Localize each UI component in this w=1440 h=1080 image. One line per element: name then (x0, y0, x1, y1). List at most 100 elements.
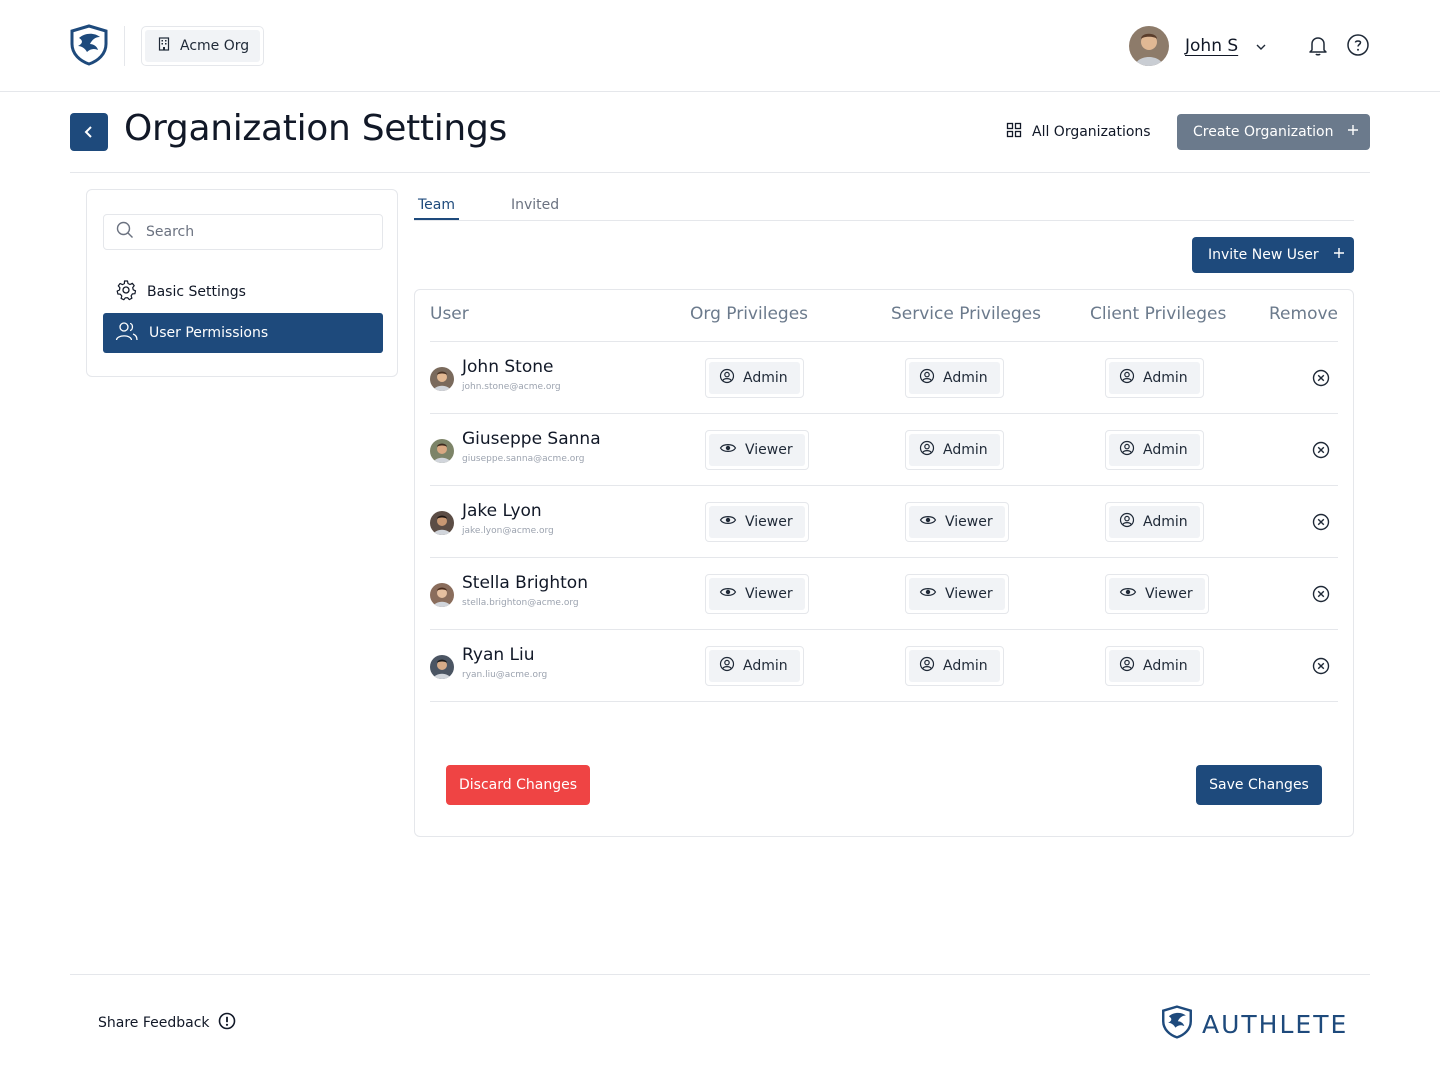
org-privilege-badge[interactable]: Viewer (705, 502, 809, 542)
user-name: John Stone (462, 357, 554, 377)
tab-team[interactable]: Team (418, 197, 455, 213)
eye-icon (719, 584, 737, 604)
eye-icon (719, 512, 737, 532)
remove-user-button[interactable] (1312, 513, 1330, 531)
close-circle-icon (1312, 369, 1330, 387)
column-header-org-privileges: Org Privileges (690, 304, 809, 324)
team-table: User Org Privileges Service Privileges C… (414, 289, 1354, 837)
brand-wordmark: AUTHLETE (1202, 1009, 1349, 1039)
invite-new-user-label: Invite New User (1208, 247, 1319, 263)
sidebar-item-label: User Permissions (149, 325, 269, 341)
user-circle-icon (919, 368, 935, 388)
remove-user-button[interactable] (1312, 369, 1330, 387)
settings-sidebar: Basic Settings User Permissions (86, 189, 398, 377)
search-input[interactable] (146, 224, 366, 240)
back-button[interactable] (70, 113, 108, 151)
client-privilege-badge[interactable]: Admin (1105, 430, 1204, 470)
search-icon (116, 221, 134, 243)
avatar (430, 367, 454, 391)
plus-icon (1333, 247, 1345, 263)
table-row: Stella Brighton stella.brighton@acme.org V… (430, 558, 1338, 630)
invite-new-user-button[interactable]: Invite New User (1192, 237, 1354, 273)
user-menu[interactable]: John S (1129, 26, 1268, 66)
user-name: John S (1185, 36, 1239, 56)
authlete-logo[interactable] (68, 24, 110, 66)
org-privilege-badge[interactable]: Admin (705, 358, 804, 398)
save-changes-button[interactable]: Save Changes (1196, 765, 1322, 805)
sidebar-item-basic-settings[interactable]: Basic Settings (103, 272, 383, 312)
sidebar-item-label: Basic Settings (147, 284, 246, 300)
service-privilege-badge[interactable]: Admin (905, 646, 1004, 686)
plus-icon (1347, 124, 1359, 140)
org-privilege-badge[interactable]: Viewer (705, 430, 809, 470)
page-title: Organization Settings (124, 108, 507, 149)
privilege-label: Admin (943, 370, 988, 386)
all-organizations-link[interactable]: All Organizations (1006, 122, 1151, 142)
privilege-label: Admin (943, 658, 988, 674)
discard-changes-button[interactable]: Discard Changes (446, 765, 590, 805)
user-circle-icon (919, 440, 935, 460)
privilege-label: Viewer (745, 586, 793, 602)
column-header-client-privileges: Client Privileges (1090, 304, 1227, 324)
avatar (430, 655, 454, 679)
user-circle-icon (1119, 512, 1135, 532)
service-privilege-badge[interactable]: Admin (905, 358, 1004, 398)
user-email: john.stone@acme.org (462, 382, 561, 392)
close-circle-icon (1312, 657, 1330, 675)
client-privilege-badge[interactable]: Admin (1105, 358, 1204, 398)
title-divider (70, 172, 1370, 173)
create-organization-label: Create Organization (1193, 124, 1334, 140)
service-privilege-badge[interactable]: Viewer (905, 502, 1009, 542)
user-name: Giuseppe Sanna (462, 429, 601, 449)
privilege-label: Viewer (945, 586, 993, 602)
tab-invited[interactable]: Invited (511, 197, 559, 213)
bell-icon[interactable] (1306, 33, 1330, 57)
privilege-label: Admin (743, 370, 788, 386)
users-icon (115, 320, 139, 346)
org-privilege-badge[interactable]: Admin (705, 646, 804, 686)
search-box[interactable] (103, 214, 383, 250)
client-privilege-badge[interactable]: Viewer (1105, 574, 1209, 614)
table-row: Ryan Liu ryan.liu@acme.org Admin Admin Admin (430, 630, 1338, 702)
active-tab-indicator (414, 218, 459, 220)
authlete-logo-icon (1160, 1004, 1194, 1044)
gear-icon (115, 279, 137, 305)
user-circle-icon (919, 656, 935, 676)
avatar (1129, 26, 1169, 66)
user-name: Ryan Liu (462, 645, 535, 665)
eye-icon (1119, 584, 1137, 604)
tab-bar: Team Invited (414, 189, 1354, 221)
remove-user-button[interactable] (1312, 585, 1330, 603)
user-email: giuseppe.sanna@acme.org (462, 454, 585, 464)
eye-icon (919, 584, 937, 604)
org-privilege-badge[interactable]: Viewer (705, 574, 809, 614)
org-switcher-label: Acme Org (180, 38, 250, 54)
avatar (430, 583, 454, 607)
building-icon (157, 37, 171, 55)
avatar (430, 511, 454, 535)
top-bar: Acme Org John S (0, 0, 1440, 92)
column-header-user: User (430, 304, 469, 324)
close-circle-icon (1312, 585, 1330, 603)
share-feedback-link[interactable]: Share Feedback (98, 1012, 236, 1034)
share-feedback-label: Share Feedback (98, 1015, 210, 1031)
sidebar-item-user-permissions[interactable]: User Permissions (103, 313, 383, 353)
remove-user-button[interactable] (1312, 441, 1330, 459)
create-organization-button[interactable]: Create Organization (1177, 114, 1370, 150)
grid-icon (1006, 122, 1022, 142)
org-switcher[interactable]: Acme Org (141, 26, 264, 66)
client-privilege-badge[interactable]: Admin (1105, 502, 1204, 542)
privilege-label: Viewer (1145, 586, 1193, 602)
user-circle-icon (1119, 656, 1135, 676)
service-privilege-badge[interactable]: Admin (905, 430, 1004, 470)
close-circle-icon (1312, 441, 1330, 459)
brand-logo: AUTHLETE (1160, 1004, 1348, 1044)
user-circle-icon (1119, 368, 1135, 388)
client-privilege-badge[interactable]: Admin (1105, 646, 1204, 686)
help-icon[interactable] (1346, 33, 1370, 57)
user-email: jake.lyon@acme.org (462, 526, 554, 536)
remove-user-button[interactable] (1312, 657, 1330, 675)
privilege-label: Admin (1143, 658, 1188, 674)
table-row: Jake Lyon jake.lyon@acme.org Viewer Viewer A… (430, 486, 1338, 558)
service-privilege-badge[interactable]: Viewer (905, 574, 1009, 614)
